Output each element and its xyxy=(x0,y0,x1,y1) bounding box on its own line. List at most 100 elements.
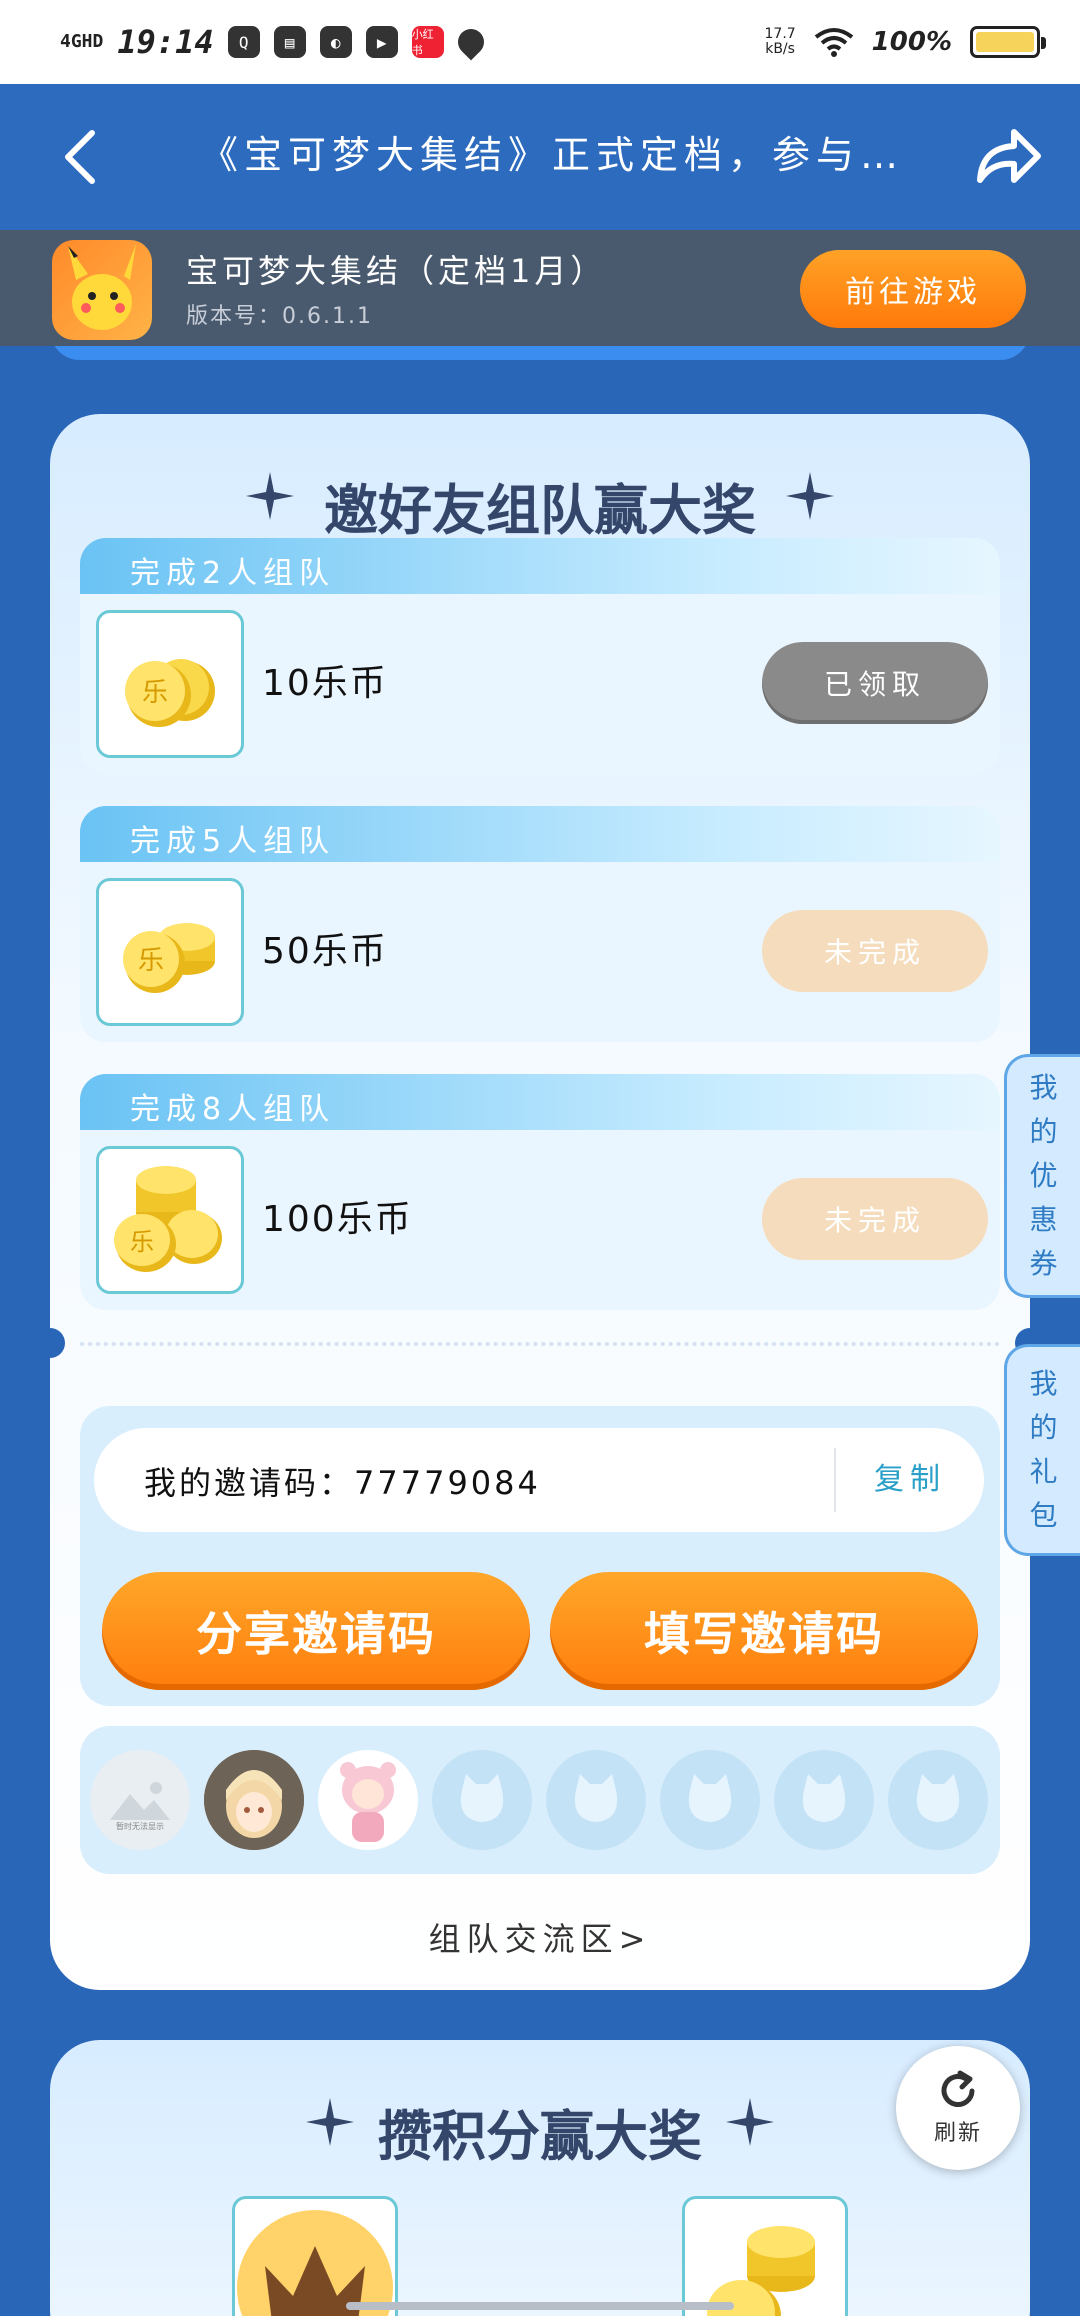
coin-reward-box: 乐 xyxy=(96,1146,244,1294)
share-invite-code-button[interactable]: 分享邀请码 xyxy=(102,1572,530,1690)
book-icon: ▤ xyxy=(273,26,306,58)
invite-card: 邀好友组队赢大奖 完成2人组队 乐 10乐币 已领取 完成5人组队 乐 50乐币… xyxy=(35,414,1045,1990)
team-members-row: 暂时无法显示 xyxy=(80,1726,1000,1874)
tab-char: 的 xyxy=(1029,1115,1058,1148)
points-card: 攒积分赢大奖 xyxy=(50,2040,1030,2316)
tab-char: 包 xyxy=(1029,1499,1058,1532)
share-button[interactable] xyxy=(974,122,1044,192)
empty-slot xyxy=(432,1750,532,1850)
wifi-icon xyxy=(814,28,853,57)
tab-char: 我 xyxy=(1029,1367,1058,1400)
task-row: 完成2人组队 乐 10乐币 已领取 xyxy=(80,538,1000,778)
task-row: 完成5人组队 乐 50乐币 未完成 xyxy=(80,806,1000,1046)
dotted-divider xyxy=(80,1342,1000,1346)
prize-box[interactable] xyxy=(682,2196,848,2316)
game-icon[interactable] xyxy=(52,240,152,340)
cat-placeholder-icon xyxy=(916,1774,960,1822)
incomplete-button[interactable]: 未完成 xyxy=(762,910,988,992)
chevron-left-icon xyxy=(65,130,95,184)
network-indicator: 4GHD xyxy=(60,31,104,52)
battery-percent: 100% xyxy=(871,27,952,57)
image-placeholder-icon xyxy=(110,1782,170,1820)
tab-char: 我 xyxy=(1029,1071,1058,1104)
svg-text:乐: 乐 xyxy=(142,678,168,708)
page-title: 《宝可梦大集结》正式定档，参与… xyxy=(200,133,900,177)
net-speed-unit: kB/s xyxy=(765,41,795,57)
invite-card-title: 邀好友组队赢大奖 xyxy=(324,479,756,542)
my-coupons-tab[interactable]: 我 的 优 惠 券 xyxy=(1004,1054,1080,1298)
tab-char: 的 xyxy=(1029,1411,1058,1444)
game-strip: 宝可梦大集结（定档1月） 版本号：0.6.1.1 前往游戏 xyxy=(0,230,1080,346)
avatar[interactable] xyxy=(318,1750,418,1850)
incomplete-button[interactable]: 未完成 xyxy=(762,1178,988,1260)
battery-icon xyxy=(970,26,1046,58)
cat-placeholder-icon xyxy=(574,1774,618,1822)
claimed-button[interactable]: 已领取 xyxy=(762,642,988,724)
task-header: 完成2人组队 xyxy=(80,538,1000,598)
invite-code-panel: 我的邀请码：77779084 复制 分享邀请码 填写邀请码 xyxy=(80,1406,1000,1706)
game-name: 宝可梦大集结（定档1月） xyxy=(186,252,607,290)
xiaohongshu-icon: 小红书 xyxy=(411,26,444,58)
reward-amount: 100乐币 xyxy=(262,1199,413,1240)
status-bar: 4GHD 19:14 Q ▤ ◐ ▶ 小红书 17.7 kB/s 100% xyxy=(0,0,1080,84)
avatar[interactable]: 暂时无法显示 xyxy=(90,1750,190,1850)
coin-reward-box: 乐 xyxy=(96,878,244,1026)
tab-char: 优 xyxy=(1029,1159,1058,1192)
location-icon xyxy=(452,23,490,61)
avatar[interactable] xyxy=(204,1750,304,1850)
net-speed: 17.7 kB/s xyxy=(764,25,796,58)
empty-slot xyxy=(888,1750,988,1850)
tab-char: 券 xyxy=(1029,1247,1058,1280)
task-body: 乐 10乐币 已领取 xyxy=(80,594,1000,774)
sparkle-icon xyxy=(786,472,834,520)
clock: 19:14 xyxy=(117,23,214,61)
refresh-label: 刷新 xyxy=(933,2121,982,2146)
coin-pile-icon: 乐 xyxy=(114,1166,222,1272)
task-body: 乐 100乐币 未完成 xyxy=(80,1130,1000,1310)
task-row: 完成8人组队 乐 100乐币 未完成 xyxy=(80,1074,1000,1314)
crown-icon xyxy=(237,2210,393,2316)
prize-box[interactable] xyxy=(232,2196,398,2316)
copy-button[interactable]: 复制 xyxy=(860,1454,960,1506)
svg-text:乐: 乐 xyxy=(130,1228,154,1256)
home-indicator[interactable] xyxy=(346,2302,734,2310)
battery-fill xyxy=(976,32,1034,52)
sparkle-icon xyxy=(726,2098,774,2146)
pikachu-icon xyxy=(68,244,136,330)
team-chat-link[interactable]: 组队交流区> xyxy=(50,1914,1030,1960)
field-separator xyxy=(834,1448,836,1512)
refresh-icon xyxy=(941,2070,975,2107)
back-button[interactable] xyxy=(50,122,110,192)
cat-placeholder-icon xyxy=(688,1774,732,1822)
game-version: 版本号：0.6.1.1 xyxy=(186,304,373,329)
empty-slot xyxy=(774,1750,874,1850)
tab-char: 礼 xyxy=(1029,1455,1058,1488)
reward-amount: 10乐币 xyxy=(262,663,388,704)
share-arrow-icon xyxy=(977,129,1041,183)
points-card-title: 攒积分赢大奖 xyxy=(378,2105,702,2168)
empty-slot xyxy=(546,1750,646,1850)
reward-amount: 50乐币 xyxy=(262,931,388,972)
coin-stack-icon: 乐 xyxy=(123,923,215,993)
leaf-icon: ◐ xyxy=(319,26,352,58)
my-gifts-tab[interactable]: 我 的 礼 包 xyxy=(1004,1344,1080,1556)
app-header: 《宝可梦大集结》正式定档，参与… xyxy=(0,84,1080,230)
task-label: 完成5人组队 xyxy=(130,824,336,859)
invite-code-field: 我的邀请码：77779084 复制 xyxy=(94,1428,984,1532)
invite-code-text: 我的邀请码：77779084 xyxy=(144,1464,541,1502)
refresh-button[interactable]: 刷新 xyxy=(896,2046,1020,2170)
cat-placeholder-icon xyxy=(460,1774,504,1822)
ticket-notch xyxy=(35,1328,65,1358)
coin-reward-box: 乐 xyxy=(96,610,244,758)
go-to-game-button[interactable]: 前往游戏 xyxy=(800,250,1026,328)
cat-placeholder-icon xyxy=(802,1774,846,1822)
task-header: 完成8人组队 xyxy=(80,1074,1000,1134)
qq-icon: Q xyxy=(227,26,260,58)
enter-invite-code-button[interactable]: 填写邀请码 xyxy=(550,1572,978,1690)
avatar-caption: 暂时无法显示 xyxy=(116,1822,164,1831)
net-speed-value: 17.7 xyxy=(764,25,796,42)
task-body: 乐 50乐币 未完成 xyxy=(80,862,1000,1042)
baby-avatar xyxy=(318,1750,418,1850)
anime-girl-avatar xyxy=(204,1750,304,1850)
coin-pile-icon xyxy=(707,2226,815,2316)
